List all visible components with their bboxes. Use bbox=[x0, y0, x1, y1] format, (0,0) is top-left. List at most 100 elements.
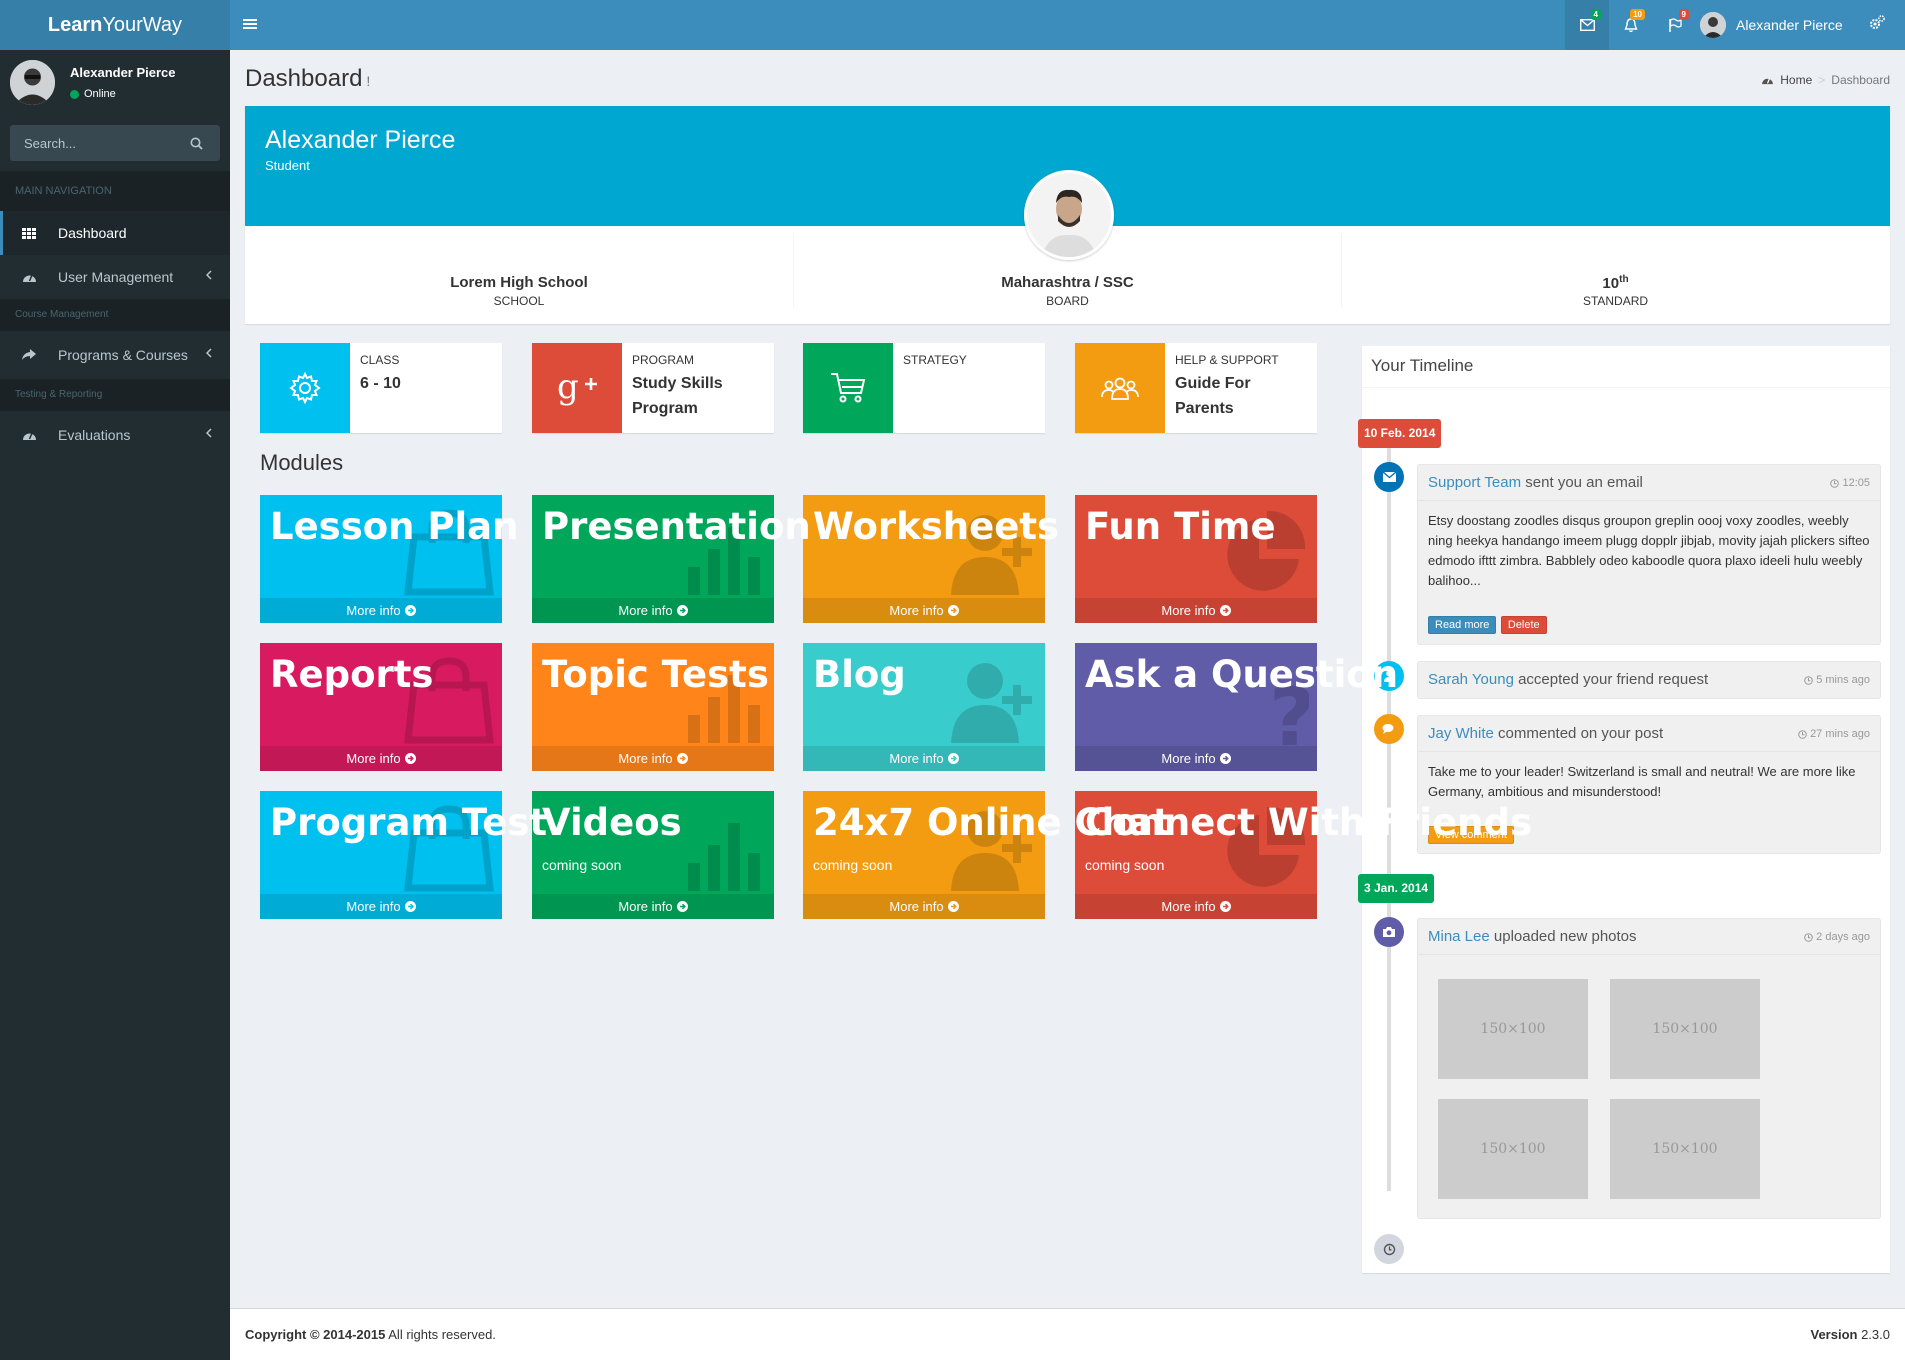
info-box-program[interactable]: g PROGRAM Study Skills Program bbox=[532, 343, 774, 433]
sidebar-menu: MAIN NAVIGATION Dashboard User Managemen… bbox=[0, 171, 230, 459]
profile-role: Student bbox=[265, 158, 310, 173]
module-tile-reports[interactable]: Reports More info bbox=[260, 643, 502, 771]
clock-icon bbox=[1830, 478, 1840, 488]
arrow-circle-right-icon bbox=[947, 753, 959, 764]
module-tile-title: Lesson Plan bbox=[270, 505, 519, 548]
sidebar-item-programs-courses[interactable]: Programs & Courses bbox=[0, 331, 230, 379]
info-box-label: STRATEGY bbox=[903, 353, 967, 367]
info-box-strategy[interactable]: STRATEGY bbox=[803, 343, 1045, 433]
google-plus-icon: g bbox=[532, 343, 622, 433]
timeline-user-link[interactable]: Mina Lee bbox=[1428, 928, 1490, 945]
module-tile-subtitle: coming soon bbox=[542, 857, 622, 873]
more-info-link[interactable]: More info bbox=[803, 746, 1045, 771]
module-tile-program-test[interactable]: Program Test More info bbox=[260, 791, 547, 919]
more-info-link[interactable]: More info bbox=[1075, 598, 1317, 623]
module-tile-fun-time[interactable]: Fun Time More info bbox=[1075, 495, 1317, 623]
info-box-value: Guide For Parents bbox=[1175, 375, 1251, 417]
photo-thumbnail[interactable]: 150×100 bbox=[1610, 1099, 1760, 1199]
read-more-button[interactable]: Read more bbox=[1428, 616, 1497, 634]
sidebar-user-status: Online bbox=[70, 88, 116, 100]
more-info-link[interactable]: More info bbox=[532, 598, 774, 623]
timeline-user-link[interactable]: Sarah Young bbox=[1428, 671, 1514, 688]
page-title: Dashboard! bbox=[245, 65, 371, 92]
info-box-class[interactable]: CLASS 6 - 10 bbox=[260, 343, 502, 433]
arrow-circle-right-icon bbox=[1219, 753, 1231, 764]
timeline-item-header: Sarah Young accepted your friend request… bbox=[1418, 662, 1880, 698]
timeline-item-header: Mina Lee uploaded new photos 2 days ago bbox=[1418, 919, 1880, 955]
info-box-value: 6 - 10 bbox=[360, 375, 401, 392]
profile-stat-board: Maharashtra / SSC BOARD bbox=[793, 234, 1341, 308]
search-icon[interactable] bbox=[190, 137, 203, 150]
timeline-item-friend-request: Sarah Young accepted your friend request… bbox=[1417, 661, 1881, 699]
messages-button[interactable]: 4 bbox=[1565, 0, 1609, 50]
more-info-label: More info bbox=[889, 603, 944, 618]
profile-stat-school: Lorem High School SCHOOL bbox=[245, 234, 793, 308]
envelope-icon bbox=[1374, 462, 1404, 492]
module-tile-title: Blog bbox=[813, 653, 906, 696]
sidebar-item-evaluations[interactable]: Evaluations bbox=[0, 411, 230, 459]
timeline-time: 12:05 bbox=[1830, 465, 1870, 501]
user-avatar bbox=[1700, 12, 1726, 38]
sidebar-toggle-icon[interactable] bbox=[243, 17, 257, 31]
profile-stat-label: SCHOOL bbox=[493, 294, 545, 308]
timeline-item-email: Support Team sent you an email 12:05 Ets… bbox=[1417, 464, 1881, 645]
module-tile-topic-tests[interactable]: Topic Tests More info bbox=[532, 643, 774, 771]
arrow-circle-right-icon bbox=[676, 605, 688, 616]
more-info-link[interactable]: More info bbox=[532, 894, 774, 919]
arrow-circle-right-icon bbox=[947, 901, 959, 912]
timeline-item-body: Etsy doostang zoodles disqus groupon gre… bbox=[1428, 513, 1870, 588]
profile-stat-label: BOARD bbox=[1046, 294, 1089, 308]
module-tile-subtitle: coming soon bbox=[813, 857, 893, 873]
module-tile-ask-a-question[interactable]: ?Ask a QuestionMore info bbox=[1075, 643, 1398, 771]
dashboard-icon bbox=[18, 429, 40, 441]
app-logo[interactable]: LearnYourWay bbox=[0, 0, 230, 50]
timeline-user-link[interactable]: Jay White bbox=[1428, 725, 1494, 742]
more-info-link[interactable]: More info bbox=[260, 894, 502, 919]
settings-gears-icon[interactable] bbox=[1868, 14, 1886, 32]
module-tile-blog[interactable]: Blog More info bbox=[803, 643, 1045, 771]
more-info-link[interactable]: More info bbox=[1075, 746, 1317, 771]
module-tile-connect-with-friends[interactable]: Connect With Friends coming soon More info bbox=[1075, 791, 1532, 919]
share-icon bbox=[18, 349, 40, 361]
photo-thumbnail[interactable]: 150×100 bbox=[1438, 1099, 1588, 1199]
chevron-left-icon bbox=[206, 348, 212, 358]
timeline-item-photos: Mina Lee uploaded new photos 2 days ago … bbox=[1417, 918, 1881, 1219]
dashboard-icon bbox=[18, 271, 40, 283]
sidebar-user-panel: Alexander Pierce Online bbox=[0, 50, 230, 125]
info-box-label: HELP & SUPPORT bbox=[1175, 353, 1279, 367]
module-tile-presentation[interactable]: Presentation More info bbox=[532, 495, 811, 623]
info-box-label: CLASS bbox=[360, 353, 400, 367]
info-box-help-support[interactable]: HELP & SUPPORT Guide For Parents bbox=[1075, 343, 1317, 433]
user-menu[interactable]: Alexander Pierce bbox=[1700, 0, 1850, 50]
more-info-link[interactable]: More info bbox=[260, 746, 502, 771]
module-tile-subtitle: coming soon bbox=[1085, 857, 1165, 873]
sidebar-item-user-management[interactable]: User Management bbox=[0, 255, 230, 299]
sidebar: Alexander Pierce Online MAIN NAVIGATION … bbox=[0, 50, 230, 1360]
more-info-link[interactable]: More info bbox=[803, 894, 1045, 919]
photo-thumbnail[interactable]: 150×100 bbox=[1610, 979, 1760, 1079]
module-tile-lesson-plan[interactable]: Lesson Plan More info bbox=[260, 495, 518, 623]
more-info-label: More info bbox=[1161, 899, 1216, 914]
module-tile-title: Program Test bbox=[270, 801, 548, 844]
module-tile-videos[interactable]: Videos coming soon More info bbox=[532, 791, 774, 919]
arrow-circle-right-icon bbox=[1219, 605, 1231, 616]
module-tile-24x7-online-chat[interactable]: 24x7 Online Chat coming soon More info bbox=[803, 791, 1171, 919]
module-tile-worksheets[interactable]: Worksheets More info bbox=[803, 495, 1059, 623]
sidebar-search-input[interactable] bbox=[10, 135, 180, 151]
more-info-link[interactable]: More info bbox=[1075, 894, 1317, 919]
envelope-icon bbox=[1579, 19, 1595, 31]
more-info-link[interactable]: More info bbox=[532, 746, 774, 771]
menu-header-testing: Testing & Reporting bbox=[0, 379, 230, 411]
delete-button[interactable]: Delete bbox=[1500, 616, 1547, 634]
clock-icon bbox=[1804, 675, 1813, 685]
breadcrumb-home-link[interactable]: Home bbox=[1780, 73, 1812, 87]
more-info-link[interactable]: More info bbox=[260, 598, 502, 623]
timeline-user-link[interactable]: Support Team bbox=[1428, 474, 1521, 491]
tasks-button[interactable]: 9 bbox=[1653, 0, 1697, 50]
photo-thumbnail[interactable]: 150×100 bbox=[1438, 979, 1588, 1079]
sidebar-item-dashboard[interactable]: Dashboard bbox=[0, 211, 230, 255]
sidebar-item-label: Programs & Courses bbox=[58, 347, 188, 363]
svg-text:g: g bbox=[557, 370, 579, 406]
more-info-link[interactable]: More info bbox=[803, 598, 1045, 623]
notifications-button[interactable]: 10 bbox=[1609, 0, 1653, 50]
